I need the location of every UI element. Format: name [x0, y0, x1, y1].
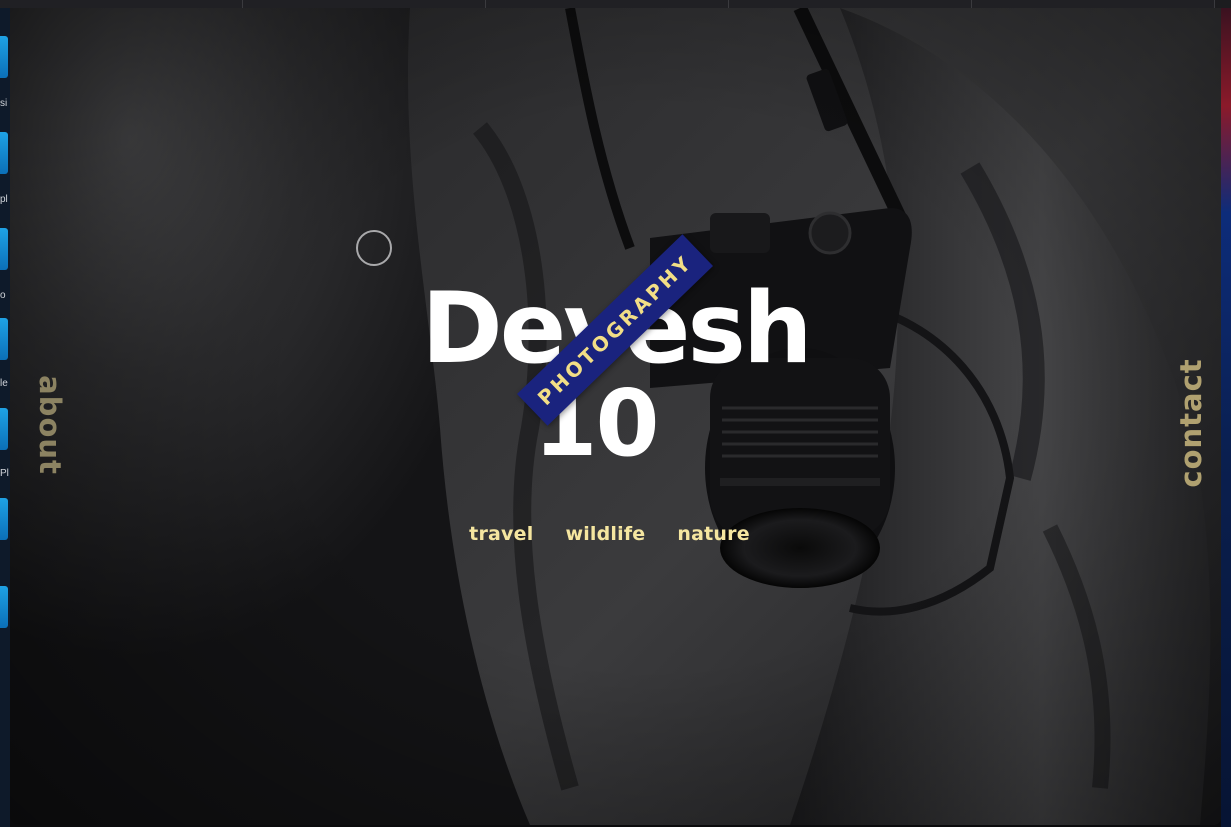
hero-section: about contact Devesh 10 PHOTOGRAPHY trav…	[10, 8, 1221, 825]
desktop-file-icon[interactable]	[0, 318, 8, 360]
category-links: travel wildlife nature	[10, 523, 1215, 545]
category-link-nature[interactable]: nature	[677, 523, 749, 545]
browser-tab[interactable]	[486, 0, 729, 8]
hero-title-number: 10	[533, 370, 659, 477]
desktop-file-icon[interactable]	[0, 498, 8, 540]
browser-tab[interactable]	[0, 0, 243, 8]
desktop-file-label: pl	[0, 194, 8, 205]
category-link-travel[interactable]: travel	[469, 523, 533, 545]
desktop-file-label: o	[0, 290, 6, 301]
desktop-file-icon[interactable]	[0, 36, 8, 78]
desktop-file-label: le	[0, 378, 8, 389]
desktop-file-icon[interactable]	[0, 408, 8, 450]
browser-tab[interactable]	[729, 0, 972, 8]
desktop-file-label: Pl	[0, 468, 9, 479]
desktop-file-icon[interactable]	[0, 132, 8, 174]
cursor-ring	[356, 230, 392, 266]
category-link-wildlife[interactable]: wildlife	[565, 523, 645, 545]
desktop-file-label: si	[0, 98, 8, 109]
browser-tab[interactable]	[243, 0, 486, 8]
desktop-file-icon[interactable]	[0, 586, 8, 628]
desktop-right-edge	[1221, 8, 1231, 827]
desktop-left-edge: si pl o le Pl	[0, 8, 10, 827]
browser-tab-strip	[0, 0, 1231, 8]
desktop-file-icon[interactable]	[0, 228, 8, 270]
browser-tab[interactable]	[972, 0, 1215, 8]
